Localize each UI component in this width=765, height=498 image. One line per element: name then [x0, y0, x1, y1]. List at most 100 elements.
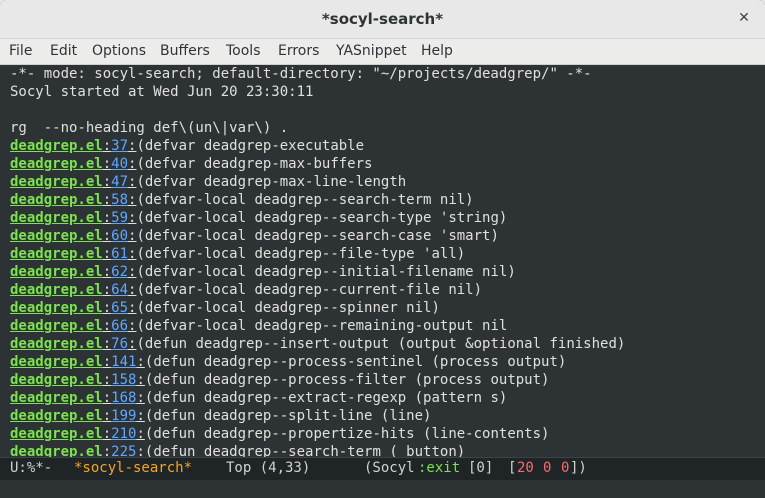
- result-line[interactable]: deadgrep.el:158:(defun deadgrep--process…: [10, 371, 549, 389]
- result-line-number[interactable]: 60: [111, 228, 128, 244]
- result-file-link[interactable]: deadgrep.el: [10, 426, 103, 442]
- result-line-number[interactable]: 65: [111, 300, 128, 316]
- separator: :: [102, 174, 112, 190]
- result-line-number[interactable]: 47: [111, 174, 128, 190]
- result-file-link[interactable]: deadgrep.el: [10, 390, 103, 406]
- result-text: (defvar-local deadgrep--search-type 'str…: [136, 210, 508, 226]
- separator: :: [136, 444, 145, 457]
- result-line-number[interactable]: 225: [111, 444, 136, 457]
- menu-item-errors[interactable]: Errors: [278, 43, 319, 59]
- separator: :: [102, 372, 112, 388]
- separator: :: [102, 408, 112, 424]
- menu-item-tools[interactable]: Tools: [226, 43, 261, 59]
- modeline-count-a: 20: [517, 460, 534, 476]
- separator: :: [136, 372, 145, 388]
- result-text: (defvar-local deadgrep--current-file nil…: [136, 282, 483, 298]
- result-text: (defun deadgrep--split-line (line): [144, 408, 432, 424]
- modeline-exit-code: [0]: [468, 460, 494, 476]
- result-file-link[interactable]: deadgrep.el: [10, 174, 103, 190]
- result-text: (defun deadgrep--insert-output (output &…: [136, 336, 626, 352]
- result-line-number[interactable]: 158: [111, 372, 136, 388]
- menubar: File Edit Options Buffers Tools Errors YASnipp…: [0, 39, 765, 65]
- modeline-mode[interactable]: (Socyl: [364, 460, 415, 476]
- separator: :: [102, 138, 112, 154]
- result-line[interactable]: deadgrep.el:210:(defun deadgrep--propert…: [10, 425, 549, 443]
- result-line[interactable]: deadgrep.el:58:(defvar-local deadgrep--s…: [10, 191, 474, 209]
- echo-area: [0, 480, 765, 498]
- result-line-number[interactable]: 168: [111, 390, 136, 406]
- result-file-link[interactable]: deadgrep.el: [10, 300, 103, 316]
- result-line-number[interactable]: 199: [111, 408, 136, 424]
- result-text: (defvar-local deadgrep--remaining-output…: [136, 318, 508, 334]
- result-file-link[interactable]: deadgrep.el: [10, 228, 103, 244]
- mode-line: U:%*- *socyl-search* Top (4,33) (Socyl :…: [0, 457, 765, 480]
- result-line[interactable]: deadgrep.el:60:(defvar-local deadgrep--s…: [10, 227, 499, 245]
- result-file-link[interactable]: deadgrep.el: [10, 444, 103, 457]
- result-text: (defun deadgrep--search-term ( button): [144, 444, 466, 457]
- search-buffer[interactable]: -*- mode: socyl-search; default-director…: [0, 65, 765, 457]
- result-line[interactable]: deadgrep.el:61:(defvar-local deadgrep--f…: [10, 245, 465, 263]
- result-line[interactable]: deadgrep.el:47:(defvar deadgrep-max-line…: [10, 173, 406, 191]
- result-line-number[interactable]: 61: [111, 246, 128, 262]
- result-line-number[interactable]: 62: [111, 264, 128, 280]
- separator: :: [102, 228, 112, 244]
- result-line-number[interactable]: 64: [111, 282, 128, 298]
- result-file-link[interactable]: deadgrep.el: [10, 138, 103, 154]
- result-line-number[interactable]: 59: [111, 210, 128, 226]
- result-line[interactable]: deadgrep.el:59:(defvar-local deadgrep--s…: [10, 209, 507, 227]
- menu-item-help[interactable]: Help: [421, 43, 453, 59]
- result-line-number[interactable]: 37: [111, 138, 128, 154]
- result-line[interactable]: deadgrep.el:168:(defun deadgrep--extract…: [10, 389, 507, 407]
- result-file-link[interactable]: deadgrep.el: [10, 336, 103, 352]
- header-line: Socyl started at Wed Jun 20 23:30:11: [10, 84, 314, 100]
- result-line-number[interactable]: 58: [111, 192, 128, 208]
- result-line-number[interactable]: 141: [111, 354, 136, 370]
- result-file-link[interactable]: deadgrep.el: [10, 264, 103, 280]
- separator: :: [102, 282, 112, 298]
- result-line[interactable]: deadgrep.el:199:(defun deadgrep--split-l…: [10, 407, 431, 425]
- result-file-link[interactable]: deadgrep.el: [10, 354, 103, 370]
- result-file-link[interactable]: deadgrep.el: [10, 408, 103, 424]
- result-text: (defun deadgrep--process-sentinel (proce…: [144, 354, 567, 370]
- separator: :: [102, 426, 112, 442]
- header-line: rg --no-heading def\(un\|var\) .: [10, 120, 289, 136]
- separator: :: [136, 390, 145, 406]
- result-file-link[interactable]: deadgrep.el: [10, 210, 103, 226]
- result-line[interactable]: deadgrep.el:40:(defvar deadgrep-max-buff…: [10, 155, 372, 173]
- menu-item-options[interactable]: Options: [92, 43, 146, 59]
- header-line: -*- mode: socyl-search; default-director…: [10, 66, 592, 82]
- result-line[interactable]: deadgrep.el:64:(defvar-local deadgrep--c…: [10, 281, 482, 299]
- separator: :: [136, 408, 145, 424]
- result-file-link[interactable]: deadgrep.el: [10, 372, 103, 388]
- modeline-count-c: 0: [561, 460, 570, 476]
- result-text: (defvar deadgrep-executable: [136, 138, 365, 154]
- menu-item-buffers[interactable]: Buffers: [160, 43, 210, 59]
- result-file-link[interactable]: deadgrep.el: [10, 156, 103, 172]
- separator: :: [136, 426, 145, 442]
- result-line-number[interactable]: 66: [111, 318, 128, 334]
- result-line-number[interactable]: 40: [111, 156, 128, 172]
- result-file-link[interactable]: deadgrep.el: [10, 192, 103, 208]
- result-file-link[interactable]: deadgrep.el: [10, 318, 103, 334]
- result-file-link[interactable]: deadgrep.el: [10, 282, 103, 298]
- result-line[interactable]: deadgrep.el:65:(defvar-local deadgrep--s…: [10, 299, 440, 317]
- result-file-link[interactable]: deadgrep.el: [10, 246, 103, 262]
- result-line[interactable]: deadgrep.el:62:(defvar-local deadgrep--i…: [10, 263, 516, 281]
- separator: :: [102, 318, 112, 334]
- result-line[interactable]: deadgrep.el:37:(defvar deadgrep-executab…: [10, 137, 364, 155]
- result-text: (defun deadgrep--extract-regexp (pattern…: [144, 390, 508, 406]
- menu-item-edit[interactable]: Edit: [50, 43, 77, 59]
- result-line-number[interactable]: 210: [111, 426, 136, 442]
- result-line[interactable]: deadgrep.el:141:(defun deadgrep--process…: [10, 353, 566, 371]
- result-line[interactable]: deadgrep.el:66:(defvar-local deadgrep--r…: [10, 317, 507, 335]
- result-line-number[interactable]: 76: [111, 336, 128, 352]
- modeline-buffer-name[interactable]: *socyl-search*: [74, 460, 192, 476]
- result-line[interactable]: deadgrep.el:76:(defun deadgrep--insert-o…: [10, 335, 625, 353]
- close-icon[interactable]: ✕: [735, 9, 753, 27]
- menu-item-yasnippet[interactable]: YASnippet: [336, 43, 407, 59]
- result-text: (defvar-local deadgrep--file-type 'all): [136, 246, 466, 262]
- result-line[interactable]: deadgrep.el:225:(defun deadgrep--search-…: [10, 443, 465, 457]
- menu-item-file[interactable]: File: [9, 43, 32, 59]
- separator: :: [102, 246, 112, 262]
- result-text: (defvar-local deadgrep--spinner nil): [136, 300, 440, 316]
